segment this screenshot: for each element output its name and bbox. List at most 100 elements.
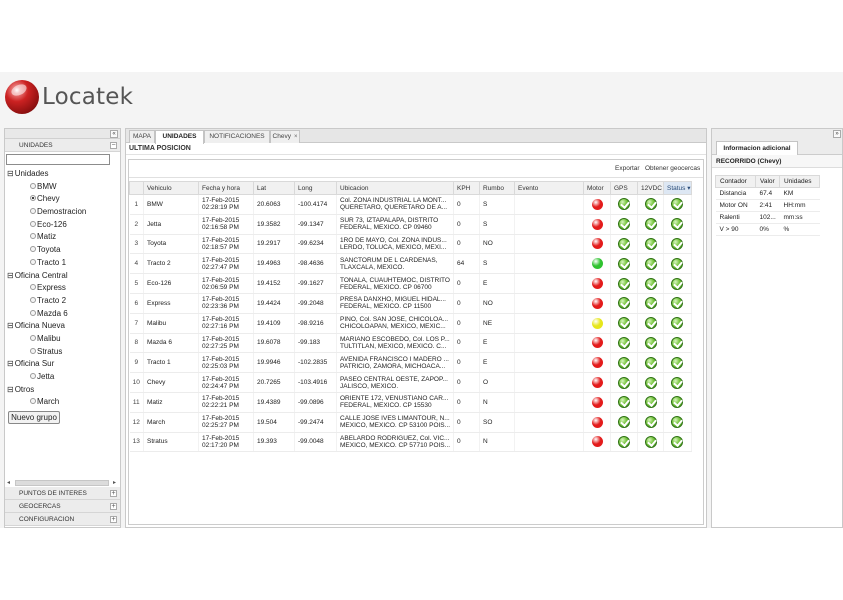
column-header-lat[interactable]: Lat bbox=[253, 181, 295, 195]
column-header-ubicacion[interactable]: Ubicacion bbox=[336, 181, 454, 195]
column-header-12vdc[interactable]: 12VDC bbox=[637, 181, 664, 195]
new-group-button[interactable]: Nuevo grupo bbox=[8, 411, 60, 425]
radio-icon[interactable] bbox=[30, 258, 36, 265]
radio-icon[interactable] bbox=[30, 208, 36, 215]
tree-item-label: Stratus bbox=[37, 346, 63, 356]
tree-item-vehicle[interactable]: Express bbox=[7, 282, 120, 295]
unidades-toggle-icon[interactable]: − bbox=[110, 142, 117, 149]
column-header-evento[interactable]: Evento bbox=[514, 181, 584, 195]
table-row[interactable]: 11 Matiz 17-Feb-2015 02:22:21 PM 19.4389 -99.… bbox=[129, 392, 692, 413]
radio-icon[interactable] bbox=[30, 233, 36, 240]
table-row[interactable]: 9 Tracto 1 17-Feb-2015 02:25:03 PM 19.9946 -1… bbox=[129, 352, 692, 374]
group-collapse-icon[interactable]: ⊟ bbox=[7, 385, 14, 394]
table-row[interactable]: 1 BMW 17-Feb-2015 02:28:19 PM 20.6063 -100.41… bbox=[129, 194, 692, 215]
group-collapse-icon[interactable]: ⊟ bbox=[7, 169, 14, 178]
tree-group[interactable]: ⊟Oficina Central bbox=[7, 270, 120, 283]
table-row[interactable]: 7 Malibu 17-Feb-2015 02:27:16 PM 19.4109 -98.… bbox=[129, 313, 692, 334]
cell-lat: 19.393 bbox=[253, 432, 295, 453]
tree-item-vehicle[interactable]: Demostracion bbox=[7, 206, 120, 219]
tree-item-vehicle[interactable]: Matiz bbox=[7, 231, 120, 244]
column-header-status[interactable]: Status ▾ bbox=[663, 181, 692, 195]
section-header-configuracion[interactable]: CONFIGURACION + bbox=[5, 513, 120, 526]
collapse-right-button[interactable]: » bbox=[833, 130, 841, 138]
tree-horizontal-scrollbar[interactable]: ◂ ▸ bbox=[7, 479, 119, 487]
sort-desc-icon[interactable]: ▾ bbox=[685, 185, 690, 192]
export-button[interactable]: Exportar bbox=[615, 165, 640, 172]
get-geofences-button[interactable]: Obtener geocercas bbox=[645, 165, 700, 172]
radio-icon[interactable] bbox=[30, 398, 36, 405]
radio-icon[interactable] bbox=[30, 334, 36, 341]
radio-icon[interactable] bbox=[30, 373, 36, 379]
close-tab-icon[interactable]: × bbox=[294, 134, 298, 140]
scroll-thumb[interactable] bbox=[15, 480, 109, 486]
cell-vehicle: Tracto 2 bbox=[143, 253, 199, 275]
recorrido-header-contador[interactable]: Contador bbox=[715, 175, 756, 188]
column-header-long[interactable]: Long bbox=[294, 181, 337, 195]
table-row[interactable]: 6 Express 17-Feb-2015 02:23:36 PM 19.4424 -99… bbox=[129, 293, 692, 314]
scroll-right-icon[interactable]: ▸ bbox=[113, 479, 116, 486]
tree-item-vehicle[interactable]: Tracto 1 bbox=[7, 257, 120, 270]
table-row[interactable]: 8 Mazda 6 17-Feb-2015 02:27:25 PM 19.6078 -99… bbox=[129, 333, 692, 354]
recorrido-header-valor[interactable]: Valor bbox=[755, 175, 780, 188]
table-row[interactable]: 12 March 17-Feb-2015 02:25:27 PM 19.504 -99.2… bbox=[129, 412, 692, 433]
expand-icon[interactable]: + bbox=[110, 516, 117, 523]
check-ok-icon bbox=[644, 435, 657, 448]
tree-item-vehicle[interactable]: Tracto 2 bbox=[7, 295, 120, 308]
tree-item-vehicle[interactable]: Mazda 6 bbox=[7, 308, 120, 321]
tree-group[interactable]: ⊟Oficina Sur bbox=[7, 358, 120, 371]
tree-item-vehicle[interactable]: March bbox=[7, 396, 120, 409]
tree-item-vehicle[interactable]: Malibu bbox=[7, 333, 120, 346]
check-ok-icon bbox=[644, 336, 657, 349]
column-header-rumbo[interactable]: Rumbo bbox=[479, 181, 515, 195]
column-header-motor[interactable]: Motor bbox=[583, 181, 611, 195]
location-line-2: TLAXCALA, MEXICO. bbox=[340, 263, 405, 271]
expand-icon[interactable]: + bbox=[110, 503, 117, 510]
tree-item-vehicle[interactable]: Toyota bbox=[7, 244, 120, 257]
tree-group[interactable]: ⊟Otros bbox=[7, 384, 120, 397]
radio-icon[interactable] bbox=[30, 347, 36, 354]
tab-unidades[interactable]: UNIDADES bbox=[155, 130, 204, 144]
radio-icon[interactable] bbox=[30, 309, 36, 316]
expand-icon[interactable]: + bbox=[110, 490, 117, 497]
column-header-gps[interactable]: GPS bbox=[610, 181, 638, 195]
radio-icon[interactable] bbox=[30, 246, 36, 253]
radio-icon[interactable] bbox=[30, 220, 36, 227]
recorrido-header-unidades[interactable]: Unidades bbox=[779, 175, 820, 188]
scroll-left-icon[interactable]: ◂ bbox=[7, 479, 10, 486]
tab-informacion-adicional[interactable]: Informacion adicional bbox=[716, 141, 798, 155]
tree-item-vehicle[interactable]: BMW bbox=[7, 181, 120, 194]
cell-motor bbox=[583, 313, 611, 334]
table-row[interactable]: 4 Tracto 2 17-Feb-2015 02:27:47 PM 19.4963 -9… bbox=[129, 253, 692, 275]
tree-item-vehicle[interactable]: Chevy bbox=[7, 193, 120, 206]
column-header-vehiculo[interactable]: Vehiculo bbox=[143, 181, 199, 195]
tree-group[interactable]: ⊟Unidades bbox=[7, 168, 120, 181]
table-row[interactable]: 5 Eco-126 17-Feb-2015 02:06:59 PM 19.4152 -99… bbox=[129, 273, 692, 294]
unidades-section-header[interactable]: UNIDADES − bbox=[5, 139, 120, 152]
unit-filter-input[interactable] bbox=[6, 154, 110, 165]
table-row[interactable]: 3 Toyota 17-Feb-2015 02:18:57 PM 19.2917 -99.… bbox=[129, 234, 692, 255]
tree-item-vehicle[interactable]: Eco-126 bbox=[7, 219, 120, 232]
table-row[interactable]: 13 Stratus 17-Feb-2015 02:17:20 PM 19.393 -99… bbox=[129, 432, 692, 453]
radio-icon[interactable] bbox=[30, 195, 36, 202]
table-row[interactable]: 2 Jetta 17-Feb-2015 02:16:58 PM 19.3582 -99.1… bbox=[129, 214, 692, 235]
tree-group[interactable]: ⊟Oficina Nueva bbox=[7, 320, 120, 333]
tab-mapa[interactable]: MAPA bbox=[129, 130, 155, 143]
radio-icon[interactable] bbox=[30, 296, 36, 303]
radio-icon[interactable] bbox=[30, 182, 36, 189]
radio-icon[interactable] bbox=[30, 284, 36, 291]
tab-chevy[interactable]: Chevy × bbox=[270, 130, 300, 143]
section-header-geocercas[interactable]: GEOCERCAS + bbox=[5, 500, 120, 513]
tab-notificaciones[interactable]: NOTIFICACIONES bbox=[204, 130, 270, 143]
group-collapse-icon[interactable]: ⊟ bbox=[7, 271, 14, 280]
section-header-puntos-de-interes[interactable]: PUNTOS DE INTERES + bbox=[5, 487, 120, 500]
tree-item-vehicle[interactable]: Stratus bbox=[7, 346, 120, 359]
cell-location: Col. ZONA INDUSTRIAL LA MONT... QUERETARO… bbox=[336, 194, 454, 215]
column-header-fecha-y-hora[interactable]: Fecha y hora bbox=[198, 181, 254, 195]
group-collapse-icon[interactable]: ⊟ bbox=[7, 359, 14, 368]
collapse-left-button[interactable]: « bbox=[110, 130, 118, 138]
table-row[interactable]: 10 Chevy 17-Feb-2015 02:24:47 PM 20.7265 -103… bbox=[129, 372, 692, 393]
column-header-kph[interactable]: KPH bbox=[453, 181, 480, 195]
location-line-1: TONALA, CUAUHTEMOC, DISTRITO bbox=[340, 276, 450, 284]
tree-item-vehicle[interactable]: Jetta bbox=[7, 371, 120, 384]
group-collapse-icon[interactable]: ⊟ bbox=[7, 321, 14, 330]
